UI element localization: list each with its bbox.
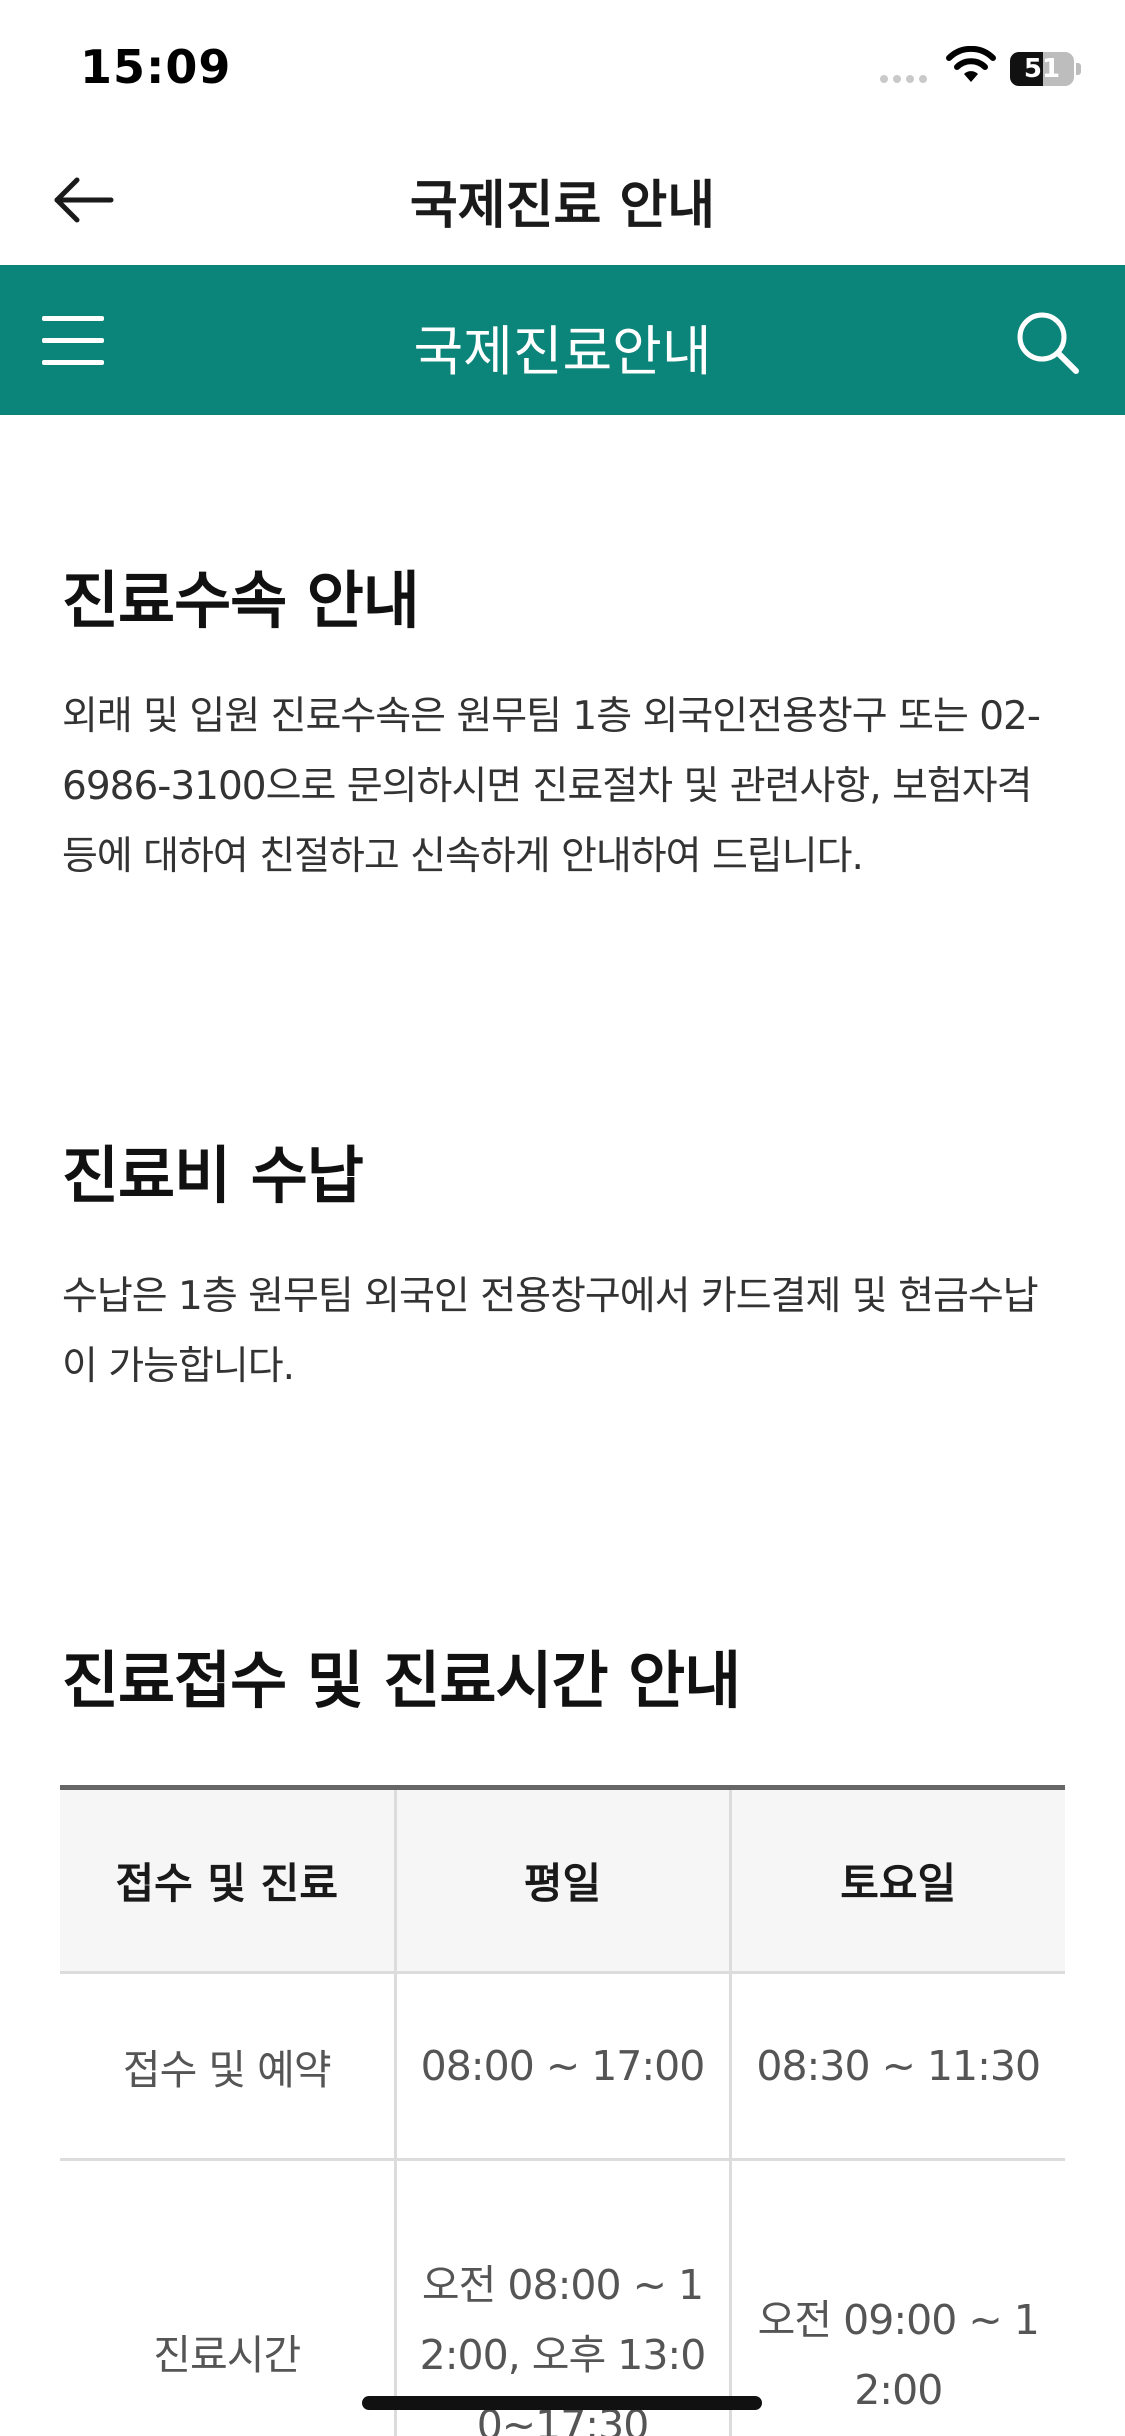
section-heading-reception: 진료수속 안내 <box>62 564 420 637</box>
table-cell: 08:00 ~ 17:00 <box>393 1972 730 2161</box>
battery-level: 51 <box>1023 54 1061 84</box>
table-cell: 08:30 ~ 11:30 <box>728 1972 1065 2161</box>
table-header-cell: 평일 <box>393 1787 730 1974</box>
table-row: 진료시간 오전 08:00 ~ 12:00, 오후 13:00~17:30 오전… <box>60 2159 1065 2436</box>
back-button[interactable] <box>45 165 125 235</box>
search-button[interactable] <box>1012 307 1084 379</box>
site-title: 국제진료안내 <box>413 320 712 383</box>
page-title: 국제진료 안내 <box>409 176 716 236</box>
arrow-left-icon <box>54 177 114 223</box>
site-header-bar: 국제진료안내 <box>0 265 1125 415</box>
section-body-payment: 수납은 1층 원무팀 외국인 전용창구에서 카드결제 및 현금수납이 가능합니다… <box>62 1274 1039 1389</box>
status-time: 15:09 <box>80 40 232 94</box>
table-header-cell: 토요일 <box>728 1787 1065 1974</box>
app-screen: 15:09 51 국제진료 안내 국제진료안내 진료수속 안내 외래 및 입원 … <box>0 0 1125 2436</box>
schedule-table: 접수 및 진료 평일 토요일 접수 및 예약 08:00 ~ 17:00 08:… <box>60 1785 1065 2436</box>
section-heading-payment: 진료비 수납 <box>62 1139 364 1212</box>
table-cell: 오전 09:00 ~ 12:00 <box>728 2159 1065 2436</box>
section-heading-hours: 진료접수 및 진료시간 안내 <box>62 1644 741 1717</box>
battery-icon: 51 <box>1010 52 1081 86</box>
table-cell: 진료시간 <box>60 2159 395 2436</box>
section-body-reception: 외래 및 입원 진료수속은 원무팀 1층 외국인전용창구 또는 02-6986-… <box>62 694 1041 879</box>
table-row: 접수 및 예약 08:00 ~ 17:00 08:30 ~ 11:30 <box>60 1972 1065 2161</box>
home-indicator[interactable] <box>362 2396 762 2410</box>
navigation-header: 국제진료 안내 <box>0 135 1125 265</box>
table-cell: 오전 08:00 ~ 12:00, 오후 13:00~17:30 <box>393 2159 730 2436</box>
table-header-cell: 접수 및 진료 <box>60 1787 395 1974</box>
table-header-row: 접수 및 진료 평일 토요일 <box>60 1787 1065 1974</box>
hamburger-menu-icon <box>42 316 104 321</box>
search-icon <box>1017 312 1079 374</box>
cellular-signal-icon <box>880 75 927 83</box>
hamburger-menu-button[interactable] <box>42 310 108 370</box>
wifi-icon <box>946 46 996 82</box>
table-cell: 접수 및 예약 <box>60 1972 395 2161</box>
status-bar: 15:09 51 <box>0 0 1125 135</box>
